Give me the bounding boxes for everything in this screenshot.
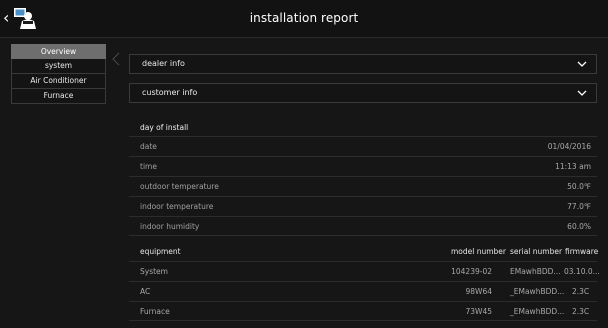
dealer-info-label: dealer info [142,59,185,68]
firmware-column-header: firmware [565,247,599,256]
dealer-info-accordion[interactable]: dealer info [129,54,597,74]
model-number: 98W64 [465,287,492,296]
equipment-name: Furnace [140,307,170,316]
equipment-column-header: equipment [140,247,181,256]
top-bar: ‹ installation report [0,0,608,38]
table-row: AC 98W64 _EMawhBDD... 2.3C [129,281,597,301]
table-row: date 01/04/2016 [129,136,597,156]
table-row: indoor humidity 60.0% [129,216,597,236]
serial-number-column-header: serial number [510,247,563,256]
table-row: time 11:13 am [129,156,597,176]
equipment-header: equipment model number serial number fir… [129,244,599,260]
row-label: time [140,162,157,171]
serial-number: _EMawhBDD... [510,307,565,316]
sidebar: Overview system Air Conditioner Furnace [11,44,106,104]
firmware-version: 03.10.0... [564,267,600,276]
install-table: date 01/04/2016 time 11:13 am outdoor te… [129,136,597,236]
table-row: outdoor temperature 50.0℉ [129,176,597,196]
firmware-version: 2.3C [572,287,590,296]
table-row: indoor temperature 77.0℉ [129,196,597,216]
chevron-down-icon [577,61,587,67]
equipment-name: AC [140,287,151,296]
row-label: date [140,142,157,151]
collapse-chevron-icon[interactable] [112,52,120,66]
model-number-column-header: model number [451,247,507,256]
table-row: System 104239-02 EMawhBDD... 03.10.0... [129,261,600,281]
chevron-down-icon [577,90,587,96]
sidebar-item-furnace[interactable]: Furnace [11,89,106,104]
sidebar-item-air-conditioner[interactable]: Air Conditioner [11,74,106,89]
table-row: Furnace 73W45 _EMawhBDD... 2.3C [129,301,597,321]
sidebar-item-system[interactable]: system [11,59,106,74]
row-label: indoor temperature [140,202,214,211]
row-value: 50.0℉ [567,182,591,191]
page-title: installation report [249,11,359,25]
row-value: 11:13 am [555,162,591,171]
customer-info-accordion[interactable]: customer info [129,83,597,103]
day-of-install-heading: day of install [140,123,189,132]
row-value: 77.0℉ [567,202,591,211]
equipment-table: System 104239-02 EMawhBDD... 03.10.0... … [129,261,600,321]
customer-info-label: customer info [142,88,198,97]
row-label: outdoor temperature [140,182,219,191]
serial-number: _EMawhBDD... [510,287,565,296]
firmware-version: 2.3C [572,307,590,316]
serial-number: EMawhBDD... [510,267,561,276]
model-number: 104239-02 [451,267,492,276]
row-value: 01/04/2016 [547,142,591,151]
sidebar-item-overview[interactable]: Overview [11,44,106,59]
model-number: 73W45 [465,307,492,316]
equipment-name: System [140,267,168,276]
row-label: indoor humidity [140,222,200,231]
row-value: 60.0% [567,222,591,231]
